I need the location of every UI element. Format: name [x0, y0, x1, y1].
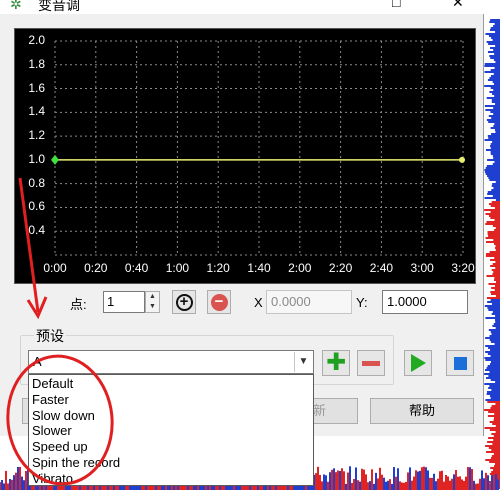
- x-tick-label: 3:20: [451, 261, 475, 275]
- x-tick-label: 3:00: [410, 261, 434, 275]
- minus-icon: [362, 360, 380, 366]
- y-tick-label: 0.4: [28, 223, 45, 238]
- app-icon: ✲: [10, 0, 22, 12]
- spin-up-icon[interactable]: ▲: [146, 292, 159, 302]
- y-tick-label: 0.6: [28, 199, 45, 214]
- y-value-field[interactable]: 1.0000: [382, 290, 468, 314]
- point-spinbox[interactable]: 1: [103, 291, 145, 313]
- window-title: 变音调: [38, 0, 80, 13]
- stop-button[interactable]: [446, 350, 474, 376]
- preset-option[interactable]: Default: [29, 376, 313, 392]
- preset-option[interactable]: Faster: [29, 392, 313, 408]
- add-preset-button[interactable]: ✚: [322, 350, 350, 376]
- x-tick-label: 2:20: [328, 261, 353, 275]
- pitch-curve-graph[interactable]: 2.0 1.8 1.6 1.4 1.2 1.0 0.8 0.6 0.4 0:00 0:20 0:40…: [14, 28, 476, 284]
- preset-option[interactable]: Slower: [29, 423, 313, 439]
- y-label: Y:: [356, 295, 368, 310]
- remove-point-button[interactable]: −: [207, 290, 231, 314]
- title-bar: ✲ 变音调 □ ✕: [0, 0, 484, 14]
- play-icon: [410, 354, 426, 372]
- plus-icon: ✚: [325, 349, 347, 376]
- curve-point-end[interactable]: [459, 156, 465, 163]
- x-tick-label: 0:00: [43, 261, 67, 275]
- x-tick-label: 1:00: [165, 261, 190, 275]
- y-tick-label: 1.4: [28, 104, 45, 119]
- remove-circle-icon: −: [210, 293, 228, 311]
- play-button[interactable]: [404, 350, 432, 376]
- add-circle-icon: +: [175, 293, 193, 311]
- preset-group-label: 预设: [34, 326, 66, 346]
- y-tick-label: 1.2: [28, 128, 45, 143]
- curve-point-start[interactable]: [51, 154, 59, 165]
- y-tick-label: 1.0: [28, 151, 45, 166]
- add-point-button[interactable]: +: [172, 290, 196, 314]
- x-tick-label: 0:20: [84, 261, 108, 275]
- close-icon[interactable]: ✕: [452, 0, 464, 11]
- preset-dropdown-list[interactable]: Default Faster Slow down Slower Speed up Spin…: [28, 374, 314, 486]
- x-tick-label: 1:40: [247, 261, 271, 275]
- preset-option[interactable]: Speed up: [29, 439, 313, 455]
- help-button[interactable]: 帮助: [370, 398, 474, 424]
- graph-canvas[interactable]: [15, 29, 477, 285]
- y-tick-label: 0.8: [28, 175, 45, 190]
- point-spin-buttons[interactable]: ▲ ▼: [145, 291, 160, 313]
- preset-combobox[interactable]: A ▼: [28, 350, 314, 374]
- chevron-down-icon[interactable]: ▼: [294, 352, 312, 372]
- x-tick-label: 0:40: [124, 261, 149, 275]
- maximize-icon[interactable]: □: [392, 0, 400, 10]
- x-tick-label: 2:40: [369, 261, 394, 275]
- stop-icon: [453, 356, 467, 370]
- y-tick-label: 1.8: [28, 56, 45, 71]
- y-tick-label: 1.6: [28, 80, 45, 95]
- x-tick-label: 1:20: [206, 261, 230, 275]
- preset-option[interactable]: Slow down: [29, 408, 313, 424]
- preset-selected-value: A: [33, 354, 42, 369]
- delete-preset-button[interactable]: [357, 350, 385, 376]
- x-label: X: [254, 295, 263, 310]
- preset-option[interactable]: Vibrato: [29, 471, 313, 487]
- pitch-dialog: ✲ 变音调 □ ✕ 2.0 1.8 1.6 1.4 1.2 1.0 0.8 0.6 0.4 0:…: [0, 0, 484, 436]
- x-value-field[interactable]: 0.0000: [266, 290, 352, 314]
- x-tick-label: 2:00: [288, 261, 312, 275]
- spin-down-icon[interactable]: ▼: [146, 302, 159, 312]
- y-tick-label: 2.0: [28, 33, 45, 47]
- point-label: 点:: [70, 297, 87, 312]
- preset-option[interactable]: Spin the record: [29, 455, 313, 471]
